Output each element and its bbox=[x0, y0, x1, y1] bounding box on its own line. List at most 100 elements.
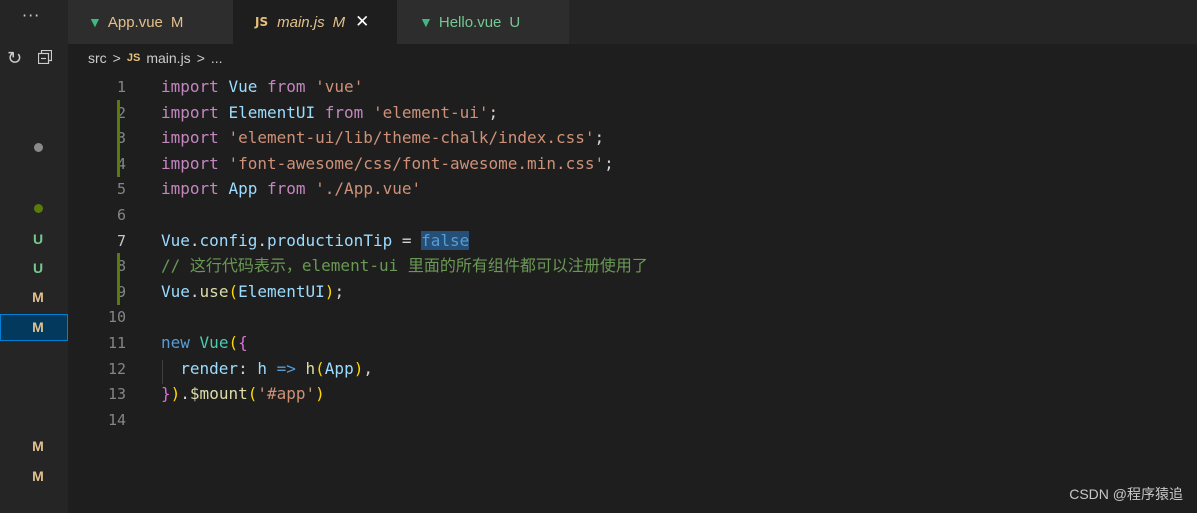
code-token: App bbox=[324, 359, 354, 378]
code-token: h bbox=[305, 359, 316, 378]
code-token: { bbox=[238, 333, 248, 352]
code-token: '#app' bbox=[257, 384, 316, 403]
git-modified-gutter[interactable] bbox=[117, 253, 120, 279]
code-token: ( bbox=[315, 359, 325, 378]
editor-tab-bar: ▼ App.vue M JS main.js M ✕ ▼ Hello.vue U bbox=[68, 0, 1197, 44]
code-token: Vue bbox=[228, 77, 258, 96]
chevron-right-icon: > bbox=[196, 50, 205, 66]
explorer-header: ··· bbox=[0, 0, 68, 44]
code-token: ElementUI bbox=[238, 282, 325, 301]
code-text: import 'element-ui/lib/theme-chalk/index… bbox=[161, 125, 604, 151]
line-number: 11 bbox=[107, 334, 126, 352]
breadcrumb-folder[interactable]: src bbox=[88, 50, 107, 66]
code-token: // 这行代码表示，element-ui 里面的所有组件都可以注册使用了 bbox=[161, 256, 648, 275]
code-text: import Vue from 'vue' bbox=[161, 74, 363, 100]
code-token: from bbox=[266, 179, 306, 198]
code-token: 'element-ui/lib/theme-chalk/index.css' bbox=[228, 128, 595, 147]
line-number: 1 bbox=[116, 78, 126, 96]
code-line[interactable]: 3 import 'element-ui/lib/theme-chalk/inde… bbox=[68, 125, 1197, 151]
scm-status-badge-selected[interactable]: M bbox=[0, 314, 68, 341]
code-line[interactable]: 14 bbox=[68, 407, 1197, 433]
line-number: 14 bbox=[107, 411, 126, 429]
code-token: use bbox=[199, 282, 229, 301]
code-token: from bbox=[266, 77, 306, 96]
code-token: 'vue' bbox=[315, 77, 364, 96]
tab-app-vue[interactable]: ▼ App.vue M bbox=[68, 0, 233, 44]
scm-dot-indicator bbox=[34, 143, 43, 152]
tab-label: Hello.vue bbox=[438, 13, 502, 31]
code-token: . bbox=[189, 282, 200, 301]
code-token: ElementUI bbox=[228, 103, 316, 122]
code-token: ; bbox=[604, 154, 614, 173]
git-modified-gutter[interactable] bbox=[117, 100, 120, 126]
refresh-icon[interactable]: ↻ bbox=[7, 48, 22, 69]
breadcrumb-symbols[interactable]: ... bbox=[211, 50, 223, 66]
close-icon[interactable]: ✕ bbox=[355, 12, 369, 32]
code-line[interactable]: 7 Vue.config.productionTip = false bbox=[68, 228, 1197, 254]
code-token: ) bbox=[353, 359, 364, 378]
line-number: 5 bbox=[116, 180, 126, 198]
more-actions-icon[interactable]: ··· bbox=[22, 6, 40, 25]
code-text: }).$mount('#app') bbox=[161, 381, 325, 407]
code-token: , bbox=[363, 359, 373, 378]
code-token: ( bbox=[247, 384, 258, 403]
code-token: . bbox=[189, 231, 200, 250]
code-token: Vue bbox=[161, 231, 190, 250]
breadcrumb: src > JS main.js > ... bbox=[88, 50, 223, 66]
code-token: ; bbox=[594, 128, 605, 147]
tab-status-badge: M bbox=[332, 13, 346, 31]
code-line[interactable]: 8// 这行代码表示，element-ui 里面的所有组件都可以注册使用了 bbox=[68, 253, 1197, 279]
tab-label: main.js bbox=[277, 13, 325, 31]
line-number: 7 bbox=[116, 232, 126, 250]
code-line[interactable]: 1 import Vue from 'vue' bbox=[68, 74, 1197, 100]
code-line[interactable]: 13}).$mount('#app') bbox=[68, 381, 1197, 407]
code-line[interactable]: 11 new Vue({ bbox=[68, 330, 1197, 356]
code-line[interactable]: 10 bbox=[68, 304, 1197, 330]
code-line[interactable]: 6 bbox=[68, 202, 1197, 228]
code-line[interactable]: 9 Vue.use(ElementUI); bbox=[68, 279, 1197, 305]
code-token: 'font-awesome/css/font-awesome.min.css' bbox=[228, 154, 605, 173]
git-modified-gutter[interactable] bbox=[117, 279, 120, 305]
code-token: . bbox=[257, 231, 267, 250]
code-token: . bbox=[180, 384, 190, 403]
tab-status-badge: U bbox=[509, 13, 521, 31]
git-modified-gutter[interactable] bbox=[117, 125, 120, 151]
code-line[interactable]: 4 import 'font-awesome/css/font-awesome.m… bbox=[68, 151, 1197, 177]
code-token: './App.vue' bbox=[315, 179, 422, 198]
tab-label: App.vue bbox=[107, 13, 163, 31]
code-token: productionTip bbox=[266, 231, 393, 250]
breadcrumb-file[interactable]: main.js bbox=[146, 50, 190, 66]
code-token: import bbox=[161, 179, 219, 198]
scm-dot-indicator bbox=[34, 204, 43, 213]
code-text: Vue.config.productionTip = false bbox=[161, 228, 470, 254]
code-line[interactable]: 5 import App from './App.vue' bbox=[68, 176, 1197, 202]
code-text: import 'font-awesome/css/font-awesome.mi… bbox=[161, 151, 614, 177]
code-token: ) bbox=[315, 384, 325, 403]
code-token: ( bbox=[228, 282, 239, 301]
scm-status-badge: M bbox=[32, 468, 44, 484]
explorer-sidebar: ··· ↻ UUMMMM bbox=[0, 0, 68, 513]
code-text: Vue.use(ElementUI); bbox=[161, 279, 344, 305]
code-line[interactable]: 2 import ElementUI from 'element-ui'; bbox=[68, 100, 1197, 126]
collapse-folders-icon[interactable] bbox=[38, 50, 52, 64]
code-token: => bbox=[276, 359, 296, 378]
code-token: ) bbox=[170, 384, 181, 403]
git-modified-gutter[interactable] bbox=[117, 151, 120, 177]
code-token: import bbox=[161, 128, 219, 147]
watermark: CSDN @程序猿追 bbox=[1069, 486, 1183, 502]
tab-main-js[interactable]: JS main.js M ✕ bbox=[233, 0, 397, 44]
code-text: import App from './App.vue' bbox=[161, 176, 421, 202]
code-line[interactable]: 12 render: h => h(App), bbox=[68, 356, 1197, 382]
vue-file-icon: ▼ bbox=[419, 14, 433, 30]
scm-status-badge: M bbox=[32, 438, 44, 454]
code-token: = bbox=[392, 231, 422, 250]
line-number: 6 bbox=[116, 206, 126, 224]
line-number: 12 bbox=[107, 360, 126, 378]
code-token: ( bbox=[228, 333, 239, 352]
tab-hello-vue[interactable]: ▼ Hello.vue U bbox=[397, 0, 569, 44]
